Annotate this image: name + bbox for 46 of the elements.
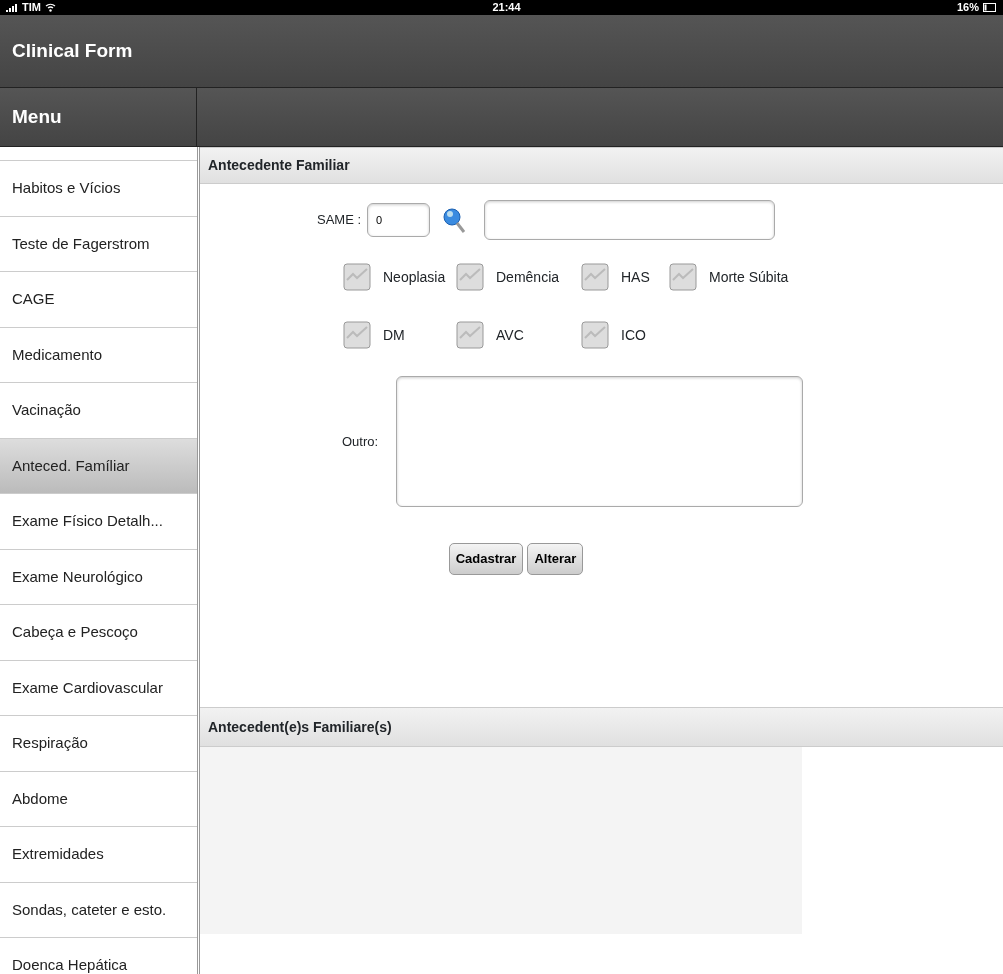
menu-item[interactable]: Vacinação [0,382,197,438]
menu-item[interactable]: CAGE [0,271,197,327]
checkbox[interactable] [581,321,609,349]
checkbox[interactable] [456,321,484,349]
checkbox-label: AVC [496,325,524,345]
menu-item[interactable]: Habitos e Vícios [0,160,197,216]
menu-item[interactable]: Sondas, cateter e esto. [0,881,197,937]
menu-item[interactable]: Medicamento [0,326,197,382]
checkbox[interactable] [581,263,609,291]
menu-item[interactable]: Extremidades [0,826,197,882]
menu-item[interactable]: Doenca Hepática [0,937,197,974]
checkbox-label: ICO [621,325,646,345]
carrier-name: TIM [22,0,41,16]
menu-item[interactable]: Abdome [0,770,197,826]
checkbox[interactable] [669,263,697,291]
menu-item[interactable]: Teste de Fagerstrom [0,215,197,271]
signal-icon [6,3,18,12]
same-label: SAME : [317,211,362,230]
menu-item[interactable]: Respiração [0,715,197,771]
menu-item[interactable]: Exame Neurológico [0,548,197,604]
same-field[interactable]: 0 [367,203,431,237]
checkbox[interactable] [456,263,484,291]
checkbox-label: DM [383,325,405,345]
clock-time: 21:44 [492,0,521,16]
battery-icon [983,3,997,12]
checkbox[interactable] [343,263,371,291]
form-button[interactable]: Alterar [527,543,584,575]
name-field[interactable] [484,200,776,240]
battery-percent: 16% [956,0,979,16]
checkbox-label: Neoplasia [383,267,446,287]
wifi-icon [44,3,56,12]
menu-item[interactable]: Exame Físico Detalh... [0,493,197,549]
other-label: Outro: [342,432,379,451]
section-title: Antecedent(e)s Familiare(s) [208,717,392,737]
menu-item[interactable]: Exame Cardiovascular [0,659,197,715]
checkbox-label: Demência [496,267,560,287]
checkbox-label: HAS [621,267,650,287]
form-button[interactable]: Cadastrar [448,543,524,575]
checkbox[interactable] [343,321,371,349]
menu-item[interactable]: Cabeça e Pescoço [0,604,197,660]
other-field[interactable] [396,376,804,507]
app-title: Clinical Form [12,38,133,63]
menu-item[interactable]: Anteced. Famíliar [0,437,197,493]
checkbox-label: Morte Súbita [709,267,789,287]
section-title: Antecedente Familiar [208,156,350,175]
menu-title: Menu [12,104,62,129]
